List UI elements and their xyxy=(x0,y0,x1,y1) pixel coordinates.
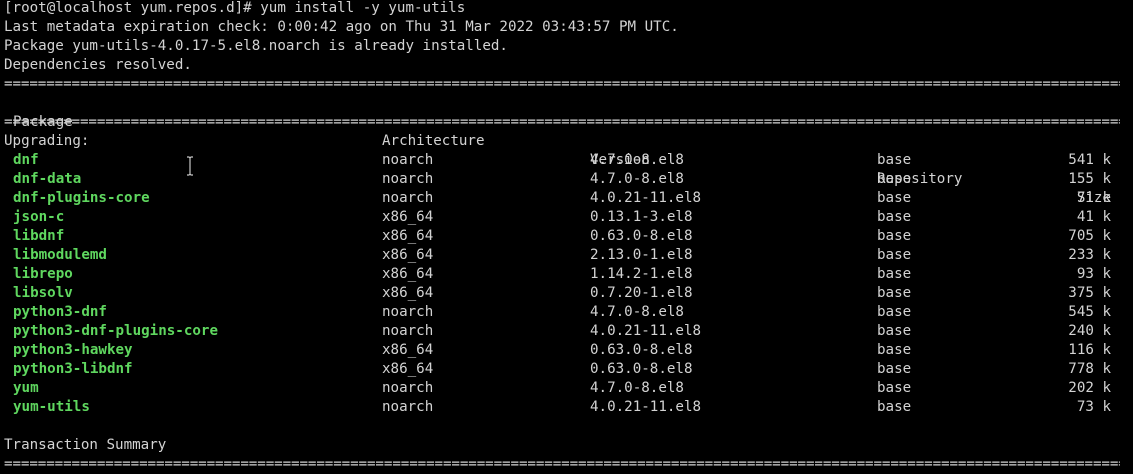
package-repo: base xyxy=(877,209,912,225)
package-row: python3-dnf-plugins-core noarch 4.0.21-11.… xyxy=(4,322,1111,341)
package-size: 93 k xyxy=(1076,266,1111,282)
package-version: 4.7.0-8.el8 xyxy=(590,152,684,168)
package-row: libsolv x86_64 0.7.20-1.el8 base 375 k xyxy=(4,284,1111,303)
package-repo: base xyxy=(877,247,912,263)
package-repo: base xyxy=(877,190,912,206)
package-name: libmodulemd xyxy=(13,247,107,263)
package-size: 202 k xyxy=(1068,380,1111,396)
package-name: dnf-data xyxy=(13,171,82,187)
package-row: libdnf x86_64 0.63.0-8.el8 base 705 k xyxy=(4,227,1111,246)
table-separator-header: ========================================… xyxy=(4,114,1120,130)
package-size: 240 k xyxy=(1068,323,1111,339)
package-version: 0.7.20-1.el8 xyxy=(590,285,693,301)
package-version: 0.63.0-8.el8 xyxy=(590,228,693,244)
section-label-upgrading: Upgrading: xyxy=(4,133,90,149)
package-size: 41 k xyxy=(1076,209,1111,225)
package-arch: noarch xyxy=(382,171,434,187)
package-arch: x86_64 xyxy=(382,361,434,377)
table-separator-summary: ========================================… xyxy=(4,456,1120,472)
package-row: librepo x86_64 1.14.2-1.el8 base 93 k xyxy=(4,265,1111,284)
package-repo: base xyxy=(877,266,912,282)
package-version: 0.63.0-8.el8 xyxy=(590,342,693,358)
package-repo: base xyxy=(877,380,912,396)
package-row: yum-utils noarch 4.0.21-11.el8 base 73 k xyxy=(4,398,1111,417)
package-size: 541 k xyxy=(1068,152,1111,168)
package-row: dnf-plugins-core noarch 4.0.21-11.el8 base 7… xyxy=(4,189,1111,208)
package-size: 545 k xyxy=(1068,304,1111,320)
package-repo: base xyxy=(877,285,912,301)
package-repo: base xyxy=(877,171,912,187)
package-row: json-c x86_64 0.13.1-3.el8 base 41 k xyxy=(4,208,1111,227)
package-version: 4.7.0-8.el8 xyxy=(590,380,684,396)
package-repo: base xyxy=(877,304,912,320)
package-name: librepo xyxy=(13,266,73,282)
package-arch: x86_64 xyxy=(382,342,434,358)
package-version: 0.63.0-8.el8 xyxy=(590,361,693,377)
dependencies-resolved-line: Dependencies resolved. xyxy=(4,57,192,73)
package-name: libdnf xyxy=(13,228,65,244)
package-arch: x86_64 xyxy=(382,228,434,244)
package-version: 0.13.1-3.el8 xyxy=(590,209,693,225)
package-name: python3-libdnf xyxy=(13,361,133,377)
package-repo: base xyxy=(877,228,912,244)
terminal-window[interactable]: [root@localhost yum.repos.d]# yum instal… xyxy=(4,0,1130,472)
package-arch: noarch xyxy=(382,190,434,206)
package-name: python3-dnf xyxy=(13,304,107,320)
package-repo: base xyxy=(877,152,912,168)
metadata-status-line: Last metadata expiration check: 0:00:42 … xyxy=(4,19,679,35)
package-repo: base xyxy=(877,342,912,358)
package-version: 4.7.0-8.el8 xyxy=(590,171,684,187)
package-row: python3-hawkey x86_64 0.63.0-8.el8 base 116 … xyxy=(4,341,1111,360)
package-size: 155 k xyxy=(1068,171,1111,187)
package-size: 233 k xyxy=(1068,247,1111,263)
package-row: yum noarch 4.7.0-8.el8 base 202 k xyxy=(4,379,1111,398)
package-version: 1.14.2-1.el8 xyxy=(590,266,693,282)
package-name: dnf-plugins-core xyxy=(13,190,150,206)
ibeam-cursor-icon xyxy=(187,156,193,176)
package-arch: noarch xyxy=(382,304,434,320)
package-arch: x86_64 xyxy=(382,266,434,282)
package-row: dnf noarch 4.7.0-8.el8 base 541 k xyxy=(4,151,1111,170)
package-arch: noarch xyxy=(382,399,434,415)
package-arch: noarch xyxy=(382,380,434,396)
package-version: 4.0.21-11.el8 xyxy=(590,190,702,206)
package-name: python3-dnf-plugins-core xyxy=(13,323,218,339)
already-installed-line: Package yum-utils-4.0.17-5.el8.noarch is… xyxy=(4,38,508,54)
package-arch: noarch xyxy=(382,152,434,168)
package-name: python3-hawkey xyxy=(13,342,133,358)
package-size: 116 k xyxy=(1068,342,1111,358)
package-name: json-c xyxy=(13,209,65,225)
table-header-row: Package Architecture Version Repository … xyxy=(4,94,1111,206)
package-name: libsolv xyxy=(13,285,73,301)
package-name: yum-utils xyxy=(13,399,90,415)
package-size: 705 k xyxy=(1068,228,1111,244)
package-repo: base xyxy=(877,399,912,415)
package-size: 375 k xyxy=(1068,285,1111,301)
package-row: dnf-data noarch 4.7.0-8.el8 base 155 k xyxy=(4,170,1111,189)
package-repo: base xyxy=(877,361,912,377)
table-separator-top: ========================================… xyxy=(4,76,1120,92)
package-name: yum xyxy=(13,380,39,396)
package-row: python3-dnf noarch 4.7.0-8.el8 base 545 k xyxy=(4,303,1111,322)
package-size: 71 k xyxy=(1076,190,1111,206)
package-arch: x86_64 xyxy=(382,209,434,225)
package-size: 778 k xyxy=(1068,361,1111,377)
package-row: python3-libdnf x86_64 0.63.0-8.el8 base 778 … xyxy=(4,360,1111,379)
package-arch: x86_64 xyxy=(382,285,434,301)
package-name: dnf xyxy=(13,152,39,168)
package-arch: noarch xyxy=(382,323,434,339)
command-prompt-line: [root@localhost yum.repos.d]# yum instal… xyxy=(4,0,466,16)
package-arch: x86_64 xyxy=(382,247,434,263)
package-version: 2.13.0-1.el8 xyxy=(590,247,693,263)
package-repo: base xyxy=(877,323,912,339)
package-row: libmodulemd x86_64 2.13.0-1.el8 base 233 k xyxy=(4,246,1111,265)
package-size: 73 k xyxy=(1076,399,1111,415)
header-architecture: Architecture xyxy=(382,133,485,149)
transaction-summary-label: Transaction Summary xyxy=(4,437,167,453)
package-version: 4.7.0-8.el8 xyxy=(590,304,684,320)
package-version: 4.0.21-11.el8 xyxy=(590,399,702,415)
package-version: 4.0.21-11.el8 xyxy=(590,323,702,339)
